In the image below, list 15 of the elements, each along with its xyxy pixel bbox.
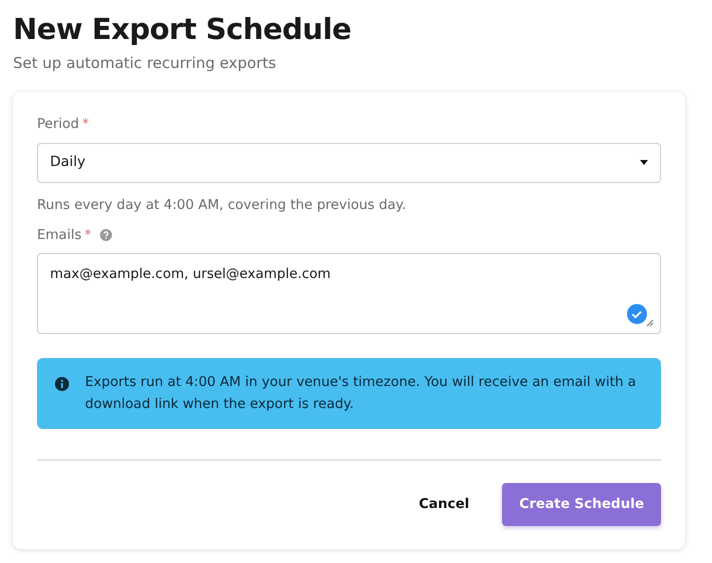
page-title: New Export Schedule [13, 14, 352, 46]
field-label: Emails [37, 226, 82, 245]
alert-text: Exports run at 4:00 AM in your venue's timezone. You will receive an email with a download link when the export is ready. [85, 373, 638, 414]
help-text: Runs every day at 4:00 AM, covering the previous day. [37, 196, 408, 215]
emails-field[interactable]: max@example.com, ursel@example.com [37, 253, 661, 334]
period-select[interactable]: Daily [37, 142, 661, 183]
page-subtitle: Set up automatic recurring exports [13, 52, 278, 74]
field-label: Period [37, 115, 80, 134]
info-icon [55, 377, 69, 392]
cancel-button[interactable]: Cancel [402, 483, 486, 526]
help-icon[interactable] [100, 229, 112, 242]
caret-icon [640, 160, 648, 166]
required-mark: * [84, 226, 92, 245]
create-button[interactable]: Create Schedule [502, 483, 661, 526]
required-mark: * [82, 115, 89, 134]
